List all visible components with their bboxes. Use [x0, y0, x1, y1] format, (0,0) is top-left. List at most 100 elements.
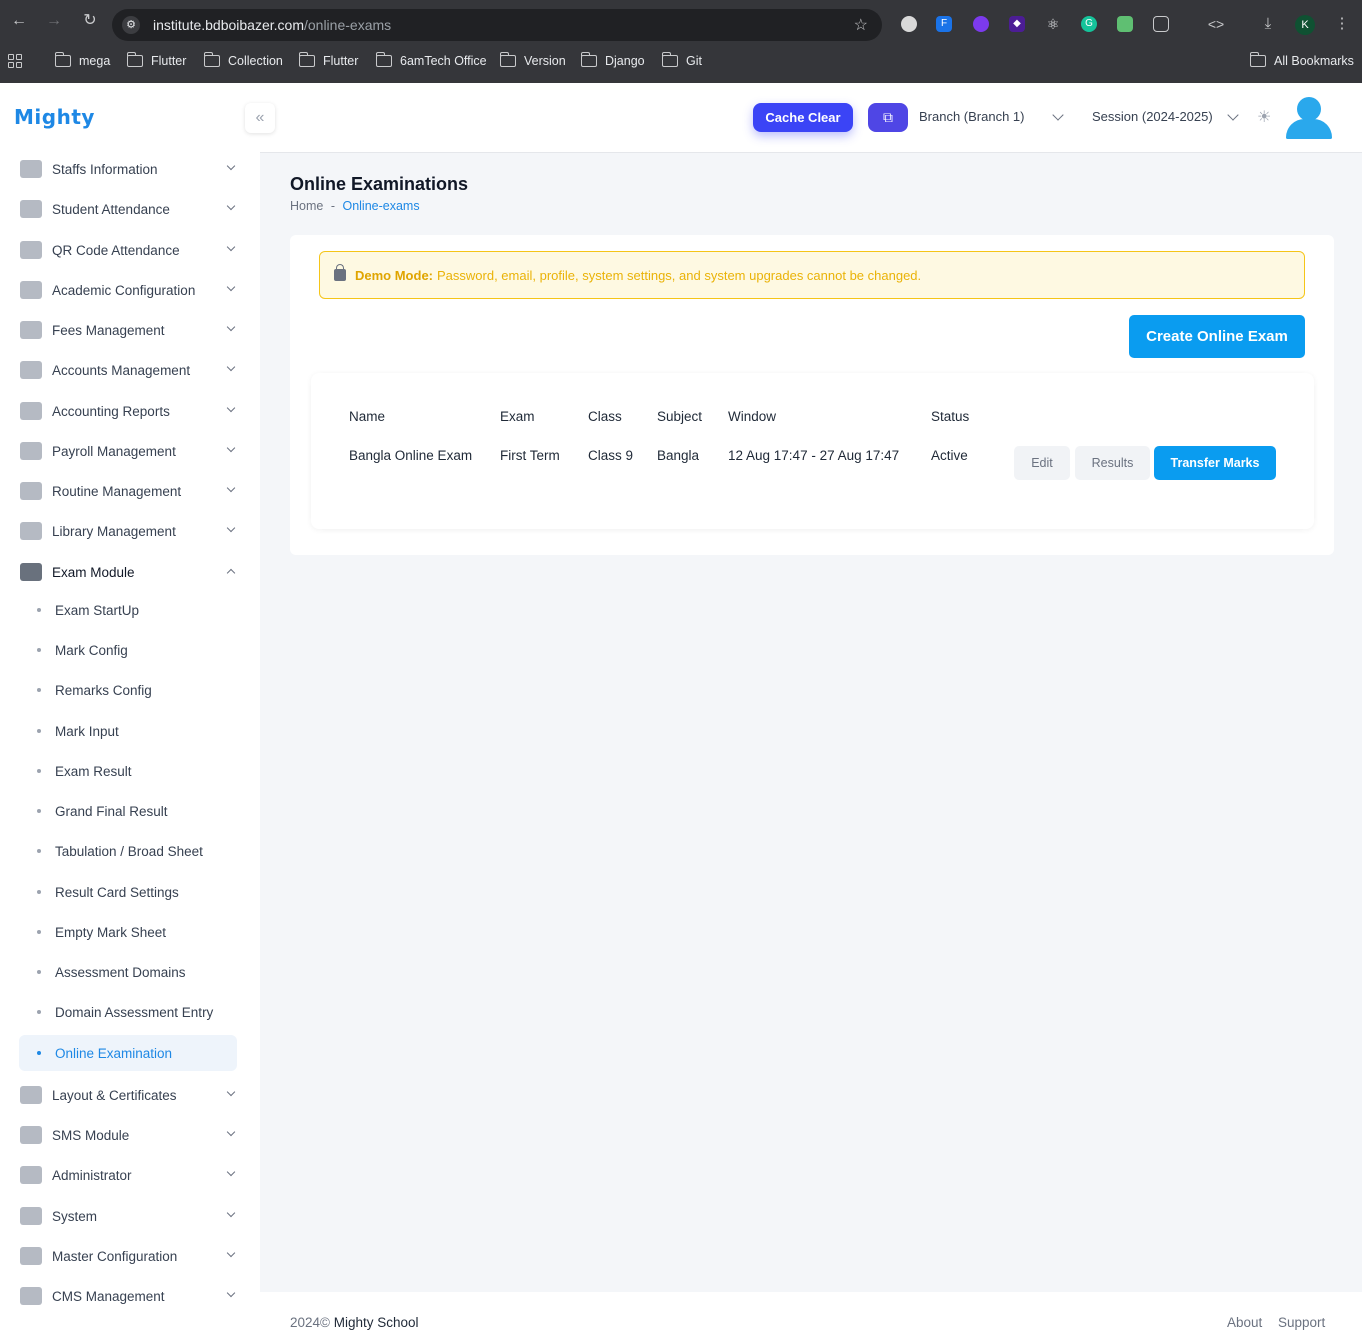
url-text: institute.bdboibazer.com/online-exams — [153, 17, 392, 33]
footer-about-link[interactable]: About — [1227, 1315, 1262, 1330]
sidebar-item-staffs[interactable]: Staffs Information — [20, 153, 242, 185]
sidebar-item-system[interactable]: System — [20, 1200, 242, 1232]
footer-support-link[interactable]: Support — [1278, 1315, 1325, 1330]
cell-name: Bangla Online Exam — [349, 448, 473, 463]
sidebar-sub-exam-result[interactable]: Exam Result — [19, 753, 237, 789]
bank-icon — [20, 361, 42, 379]
money-icon — [20, 321, 42, 339]
sidebar-item-exam-module[interactable]: Exam Module — [20, 556, 242, 588]
folder-icon — [203, 52, 220, 67]
grammarly-icon[interactable]: G — [1081, 16, 1097, 32]
cell-status: Active — [931, 448, 968, 463]
chevron-down-icon — [226, 1087, 236, 1097]
bookmark-item[interactable]: Flutter — [126, 52, 186, 68]
sidebar-item-payroll[interactable]: Payroll Management — [20, 435, 242, 467]
folder-icon — [298, 52, 315, 67]
cache-clear-button[interactable]: Cache Clear — [753, 103, 853, 132]
folder-icon — [499, 52, 516, 67]
bookmark-item[interactable]: mega — [54, 52, 110, 68]
results-button[interactable]: Results — [1075, 446, 1150, 480]
camera-icon[interactable] — [1117, 16, 1133, 32]
sidebar-item-sms[interactable]: SMS Module — [20, 1119, 242, 1151]
extension-icon[interactable]: ◆ — [1009, 16, 1025, 32]
extension-icon[interactable]: F — [936, 16, 952, 32]
chevron-down-icon — [226, 1248, 236, 1258]
sidebar-item-routine[interactable]: Routine Management — [20, 475, 242, 507]
table-header-name: Name — [349, 409, 386, 424]
layout-icon — [20, 563, 42, 581]
download-icon[interactable]: ⤓ — [1260, 16, 1276, 32]
alert-text: Password, email, profile, system setting… — [437, 267, 922, 283]
bookmark-item[interactable]: Git — [661, 52, 702, 68]
create-online-exam-button[interactable]: Create Online Exam — [1129, 315, 1305, 358]
sidebar-sub-tabulation[interactable]: Tabulation / Broad Sheet — [19, 833, 237, 869]
sidebar-item-library[interactable]: Library Management — [20, 515, 242, 547]
branch-select[interactable]: Branch (Branch 1) — [919, 109, 1025, 124]
apps-icon[interactable] — [8, 54, 22, 68]
extension-icon[interactable] — [901, 16, 917, 32]
sidebar-sub-exam-startup[interactable]: Exam StartUp — [19, 592, 237, 628]
extension-icon[interactable] — [973, 16, 989, 32]
sidebar-sub-grand-final-result[interactable]: Grand Final Result — [19, 793, 237, 829]
bookmark-item[interactable]: Version — [499, 52, 566, 68]
sidebar-item-accounting-reports[interactable]: Accounting Reports — [20, 395, 242, 427]
sidebar-sub-online-examination[interactable]: Online Examination — [19, 1035, 237, 1071]
session-select[interactable]: Session (2024-2025) — [1092, 109, 1213, 124]
devtools-icon[interactable]: <> — [1205, 16, 1227, 32]
sidebar-sub-domain-assessment-entry[interactable]: Domain Assessment Entry — [19, 994, 237, 1030]
sidebar-sub-assessment-domains[interactable]: Assessment Domains — [19, 954, 237, 990]
bookmark-item[interactable]: Collection — [203, 52, 283, 68]
reload-icon[interactable]: ↻ — [81, 12, 99, 30]
folder-icon — [375, 52, 392, 67]
sidebar-sub-mark-input[interactable]: Mark Input — [19, 713, 237, 749]
browser-toolbar: ← → ↻ ⚙ institute.bdboibazer.com/online-… — [0, 0, 1362, 42]
bookmarks-bar: mega Flutter Collection Flutter 6amTech … — [0, 42, 1362, 83]
footer — [260, 1292, 1362, 1334]
cms-icon — [20, 1287, 42, 1305]
sidebar-item-qr-attendance[interactable]: QR Code Attendance — [20, 234, 242, 266]
menu-dots-icon[interactable]: ⋮ — [1334, 16, 1350, 32]
bookmark-item[interactable]: Flutter — [298, 52, 358, 68]
breadcrumb: Home - Online-exams — [290, 199, 420, 213]
breadcrumb-home[interactable]: Home — [290, 199, 323, 213]
theme-sun-icon[interactable]: ☀ — [1257, 110, 1273, 126]
cell-class: Class 9 — [588, 448, 634, 463]
chevron-down-icon — [226, 362, 236, 372]
sms-icon — [20, 1126, 42, 1144]
all-bookmarks[interactable]: All Bookmarks — [1249, 52, 1354, 68]
cell-window: 12 Aug 17:47 - 27 Aug 17:47 — [728, 448, 900, 463]
sidebar-item-fees[interactable]: Fees Management — [20, 314, 242, 346]
chevron-down-icon — [226, 1167, 236, 1177]
bookmark-item[interactable]: Django — [580, 52, 645, 68]
bookmark-star-icon[interactable]: ☆ — [854, 15, 868, 35]
sidebar-sub-mark-config[interactable]: Mark Config — [19, 632, 237, 668]
sidebar-item-cms[interactable]: CMS Management — [20, 1280, 242, 1312]
profile-avatar[interactable]: K — [1295, 15, 1315, 35]
cell-subject: Bangla — [657, 448, 700, 463]
sidebar-item-layout-certificates[interactable]: Layout & Certificates — [20, 1079, 242, 1111]
sidebar-sub-remarks-config[interactable]: Remarks Config — [19, 672, 237, 708]
sidebar-sub-empty-mark-sheet[interactable]: Empty Mark Sheet — [19, 914, 237, 950]
transfer-marks-button[interactable]: Transfer Marks — [1154, 446, 1276, 480]
sidebar-sub-result-card-settings[interactable]: Result Card Settings — [19, 874, 237, 910]
user-avatar[interactable] — [1286, 97, 1332, 139]
sidebar-item-academic-config[interactable]: Academic Configuration — [20, 274, 242, 306]
collapse-sidebar-icon[interactable]: « — [245, 103, 275, 133]
sidebar-item-accounts[interactable]: Accounts Management — [20, 354, 242, 386]
sidebar-item-master-config[interactable]: Master Configuration — [20, 1240, 242, 1272]
book-icon — [20, 482, 42, 500]
extensions-puzzle-icon[interactable] — [1153, 16, 1169, 32]
sidebar-item-student-attendance[interactable]: Student Attendance — [20, 193, 242, 225]
sidebar-item-administrator[interactable]: Administrator — [20, 1159, 242, 1191]
address-bar[interactable]: ⚙ institute.bdboibazer.com/online-exams … — [112, 9, 882, 41]
edit-button[interactable]: Edit — [1014, 446, 1070, 480]
site-info-icon[interactable]: ⚙ — [122, 16, 140, 34]
app-logo[interactable]: Mighty — [14, 105, 95, 129]
react-icon[interactable]: ⚛ — [1045, 16, 1061, 32]
forward-icon[interactable]: → — [45, 12, 63, 30]
back-icon[interactable]: ← — [10, 12, 28, 30]
external-link-icon[interactable]: ⧉ — [868, 103, 908, 132]
bookmark-item[interactable]: 6amTech Office — [375, 52, 487, 68]
badge-icon — [20, 1086, 42, 1104]
chevron-down-icon — [226, 1127, 236, 1137]
